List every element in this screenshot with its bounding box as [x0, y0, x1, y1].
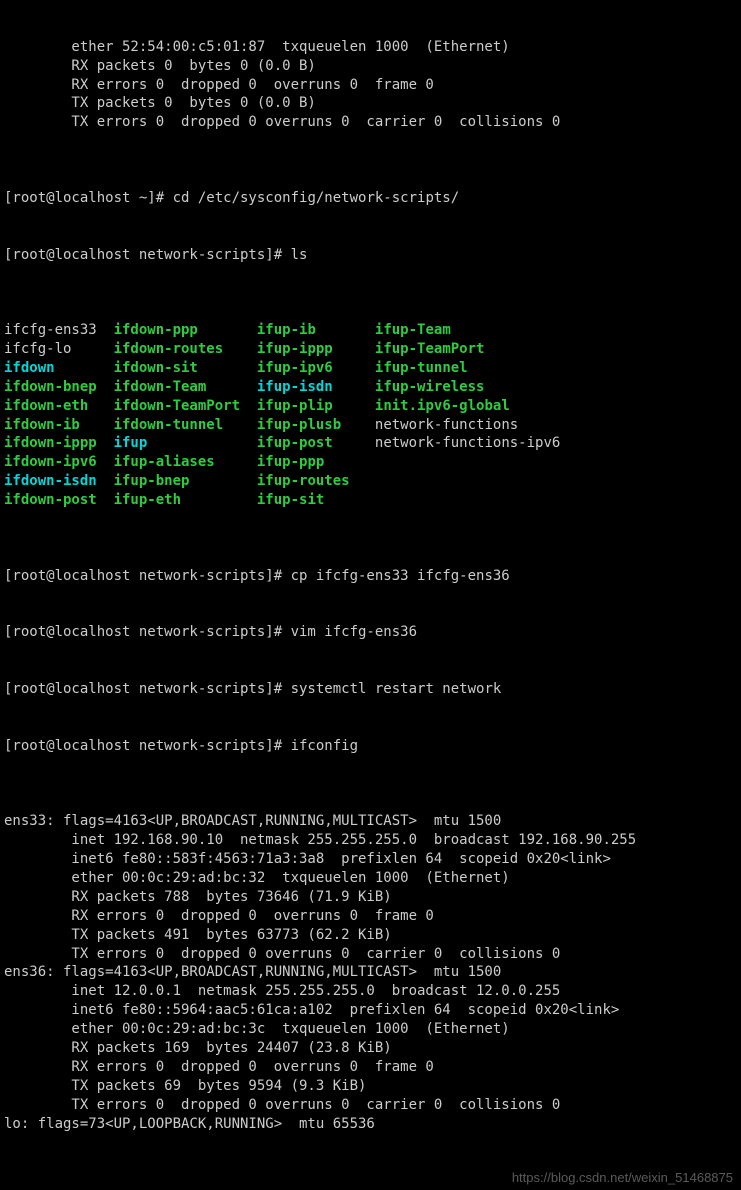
- terminal-line: ether 52:54:00:c5:01:87 txqueuelen 1000 …: [4, 38, 737, 57]
- ls-row: ifdown ifdown-sit ifup-ipv6 ifup-tunnel: [4, 359, 737, 378]
- ls-entry: ifdown-post: [4, 492, 114, 508]
- ls-entry: ifup-ppp: [257, 454, 375, 470]
- terminal-line: RX packets 0 bytes 0 (0.0 B): [4, 57, 737, 76]
- terminal-line: TX packets 69 bytes 9594 (9.3 KiB): [4, 1077, 737, 1096]
- previous-ifconfig-block: ether 52:54:00:c5:01:87 txqueuelen 1000 …: [4, 38, 737, 132]
- terminal-line: inet6 fe80::5964:aac5:61ca:a102 prefixle…: [4, 1001, 737, 1020]
- prompt-ifconfig: [root@localhost network-scripts]# ifconf…: [4, 737, 737, 756]
- ifconfig-output-block: ens33: flags=4163<UP,BROADCAST,RUNNING,M…: [4, 812, 737, 1133]
- terminal-line: RX errors 0 dropped 0 overruns 0 frame 0: [4, 1058, 737, 1077]
- ls-row: ifcfg-ens33 ifdown-ppp ifup-ib ifup-Team: [4, 321, 737, 340]
- ls-entry: ifcfg-ens33: [4, 322, 114, 338]
- ls-entry: ifdown-TeamPort: [114, 398, 257, 414]
- terminal-line: TX errors 0 dropped 0 overruns 0 carrier…: [4, 1096, 737, 1115]
- terminal-line: ether 00:0c:29:ad:bc:32 txqueuelen 1000 …: [4, 869, 737, 888]
- terminal-line: inet 192.168.90.10 netmask 255.255.255.0…: [4, 831, 737, 850]
- terminal-output[interactable]: ether 52:54:00:c5:01:87 txqueuelen 1000 …: [0, 0, 741, 1190]
- ls-entry: ifdown-ippp: [4, 435, 114, 451]
- ls-entry: ifup-plip: [257, 398, 375, 414]
- ls-row: ifdown-ipv6 ifup-aliases ifup-ppp: [4, 453, 737, 472]
- prompt-cp: [root@localhost network-scripts]# cp ifc…: [4, 567, 737, 586]
- ls-row: ifdown-isdn ifup-bnep ifup-routes: [4, 472, 737, 491]
- ls-row: ifdown-eth ifdown-TeamPort ifup-plip ini…: [4, 397, 737, 416]
- terminal-line: ens33: flags=4163<UP,BROADCAST,RUNNING,M…: [4, 812, 737, 831]
- ls-entry: ifup-eth: [114, 492, 257, 508]
- ls-entry: ifdown: [4, 360, 114, 376]
- ls-entry: ifdown-ppp: [114, 322, 257, 338]
- ls-entry: network-functions-ipv6: [375, 435, 560, 451]
- ls-entry: init.ipv6-global: [375, 398, 510, 414]
- ls-entry: ifup-sit: [257, 492, 375, 508]
- terminal-line: ether 00:0c:29:ad:bc:3c txqueuelen 1000 …: [4, 1020, 737, 1039]
- ls-entry: ifdown-ib: [4, 417, 114, 433]
- prompt-cd: [root@localhost ~]# cd /etc/sysconfig/ne…: [4, 189, 737, 208]
- prompt-ls: [root@localhost network-scripts]# ls: [4, 246, 737, 265]
- ls-entry: ifup-ippp: [257, 341, 375, 357]
- terminal-line: lo: flags=73<UP,LOOPBACK,RUNNING> mtu 65…: [4, 1115, 737, 1134]
- ls-row: ifcfg-lo ifdown-routes ifup-ippp ifup-Te…: [4, 340, 737, 359]
- ls-entry: ifcfg-lo: [4, 341, 114, 357]
- ls-entry: network-functions: [375, 417, 518, 433]
- ls-listing: ifcfg-ens33 ifdown-ppp ifup-ib ifup-Team…: [4, 321, 737, 510]
- ls-entry: ifup-aliases: [114, 454, 257, 470]
- terminal-line: TX errors 0 dropped 0 overruns 0 carrier…: [4, 945, 737, 964]
- terminal-line: RX errors 0 dropped 0 overruns 0 frame 0: [4, 76, 737, 95]
- terminal-line: inet 12.0.0.1 netmask 255.255.255.0 broa…: [4, 982, 737, 1001]
- terminal-line: inet6 fe80::583f:4563:71a3:3a8 prefixlen…: [4, 850, 737, 869]
- watermark-text: https://blog.csdn.net/weixin_51468875: [512, 1169, 733, 1187]
- ls-entry: ifup-wireless: [375, 379, 485, 395]
- terminal-line: RX packets 788 bytes 73646 (71.9 KiB): [4, 888, 737, 907]
- ls-entry: ifdown-isdn: [4, 473, 114, 489]
- ls-entry: ifup-bnep: [114, 473, 257, 489]
- ls-entry: ifdown-bnep: [4, 379, 114, 395]
- ls-row: ifdown-ippp ifup ifup-post network-funct…: [4, 434, 737, 453]
- ls-entry: ifdown-tunnel: [114, 417, 257, 433]
- terminal-line: ens36: flags=4163<UP,BROADCAST,RUNNING,M…: [4, 963, 737, 982]
- ls-entry: ifup-ib: [257, 322, 375, 338]
- ls-entry: ifdown-eth: [4, 398, 114, 414]
- ls-entry: ifdown-sit: [114, 360, 257, 376]
- ls-entry: ifdown-routes: [114, 341, 257, 357]
- terminal-line: TX packets 0 bytes 0 (0.0 B): [4, 94, 737, 113]
- ls-entry: ifup-plusb: [257, 417, 375, 433]
- terminal-line: RX errors 0 dropped 0 overruns 0 frame 0: [4, 907, 737, 926]
- ls-entry: ifup-tunnel: [375, 360, 468, 376]
- ls-entry: ifup-routes: [257, 473, 375, 489]
- prompt-vim: [root@localhost network-scripts]# vim if…: [4, 623, 737, 642]
- ls-entry: ifup-TeamPort: [375, 341, 485, 357]
- ls-entry: ifdown-Team: [114, 379, 257, 395]
- ls-row: ifdown-ib ifdown-tunnel ifup-plusb netwo…: [4, 416, 737, 435]
- ls-row: ifdown-post ifup-eth ifup-sit: [4, 491, 737, 510]
- ls-entry: ifup-post: [257, 435, 375, 451]
- terminal-line: TX errors 0 dropped 0 overruns 0 carrier…: [4, 113, 737, 132]
- prompt-restart: [root@localhost network-scripts]# system…: [4, 680, 737, 699]
- ls-entry: ifup: [114, 435, 257, 451]
- terminal-line: RX packets 169 bytes 24407 (23.8 KiB): [4, 1039, 737, 1058]
- terminal-line: TX packets 491 bytes 63773 (62.2 KiB): [4, 926, 737, 945]
- ls-row: ifdown-bnep ifdown-Team ifup-isdn ifup-w…: [4, 378, 737, 397]
- ls-entry: ifdown-ipv6: [4, 454, 114, 470]
- ls-entry: ifup-isdn: [257, 379, 375, 395]
- ls-entry: ifup-ipv6: [257, 360, 375, 376]
- ls-entry: ifup-Team: [375, 322, 451, 338]
